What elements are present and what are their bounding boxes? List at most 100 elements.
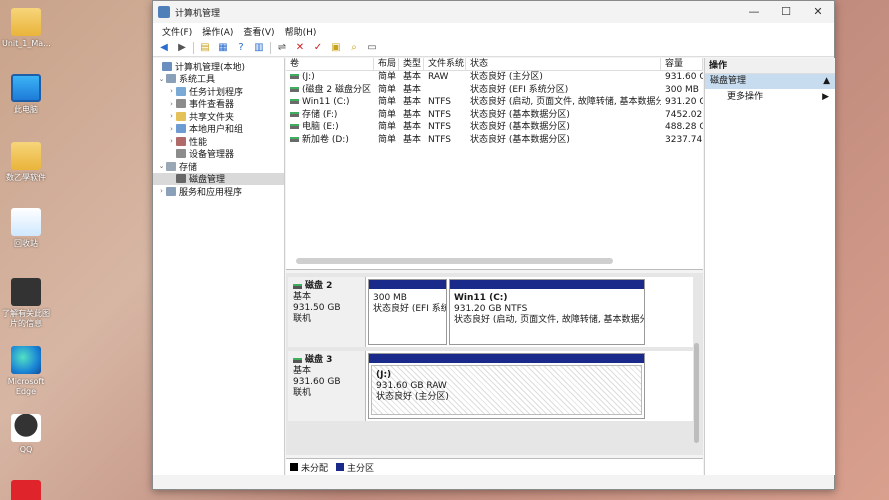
- disk-row[interactable]: 磁盘 3 基本 931.60 GB 联机 (J:) 931.60 GB RAW …: [288, 351, 693, 421]
- chevron-right-icon[interactable]: ›: [167, 125, 176, 133]
- computer-icon: [162, 61, 172, 71]
- table-row[interactable]: (磁盘 2 磁盘分区 1) 简单 基本 状态良好 (EFI 系统分区) 300 …: [286, 84, 703, 97]
- new-icon[interactable]: ▣: [329, 41, 343, 55]
- desktop-icon-unit-folder[interactable]: Unit_1_Ma...: [2, 8, 51, 49]
- tree-item-local-users[interactable]: › 本地用户和组: [153, 123, 284, 135]
- layout-cell: 简单: [378, 134, 397, 145]
- disk-status: 联机: [293, 314, 312, 324]
- chevron-right-icon[interactable]: ›: [167, 100, 176, 108]
- actions-header: 操作: [705, 58, 835, 74]
- search-icon[interactable]: ⌕: [347, 41, 361, 55]
- volume-cell: (J:): [286, 71, 374, 84]
- column-header-layout[interactable]: 布局: [374, 58, 399, 70]
- capacity-cell: 7452.02: [665, 109, 703, 120]
- column-header-status[interactable]: 状态: [466, 58, 661, 70]
- disk-row[interactable]: 磁盘 2 基本 931.50 GB 联机 300 MB 状态良好 (EFI 系统…: [288, 277, 693, 347]
- disk-status: 联机: [293, 388, 312, 398]
- primary-partition-bar: [369, 280, 446, 289]
- folder-icon: [11, 8, 41, 36]
- disk-label[interactable]: 磁盘 2 基本 931.50 GB 联机: [288, 277, 366, 347]
- chevron-right-icon[interactable]: ›: [157, 187, 166, 195]
- edge-icon: [11, 346, 41, 374]
- disk-management-icon: [176, 174, 186, 184]
- tree-item-system-tools[interactable]: ⌄ 系统工具: [153, 73, 284, 85]
- chevron-down-icon[interactable]: ⌄: [157, 162, 166, 170]
- column-header-type[interactable]: 类型: [399, 58, 424, 70]
- type-cell: 基本: [403, 122, 422, 132]
- tools-icon: [166, 74, 176, 84]
- layout-cell: 简单: [378, 84, 397, 95]
- table-row[interactable]: 存储 (F:) 简单 基本 NTFS 状态良好 (基本数据分区) 7452.02: [286, 109, 703, 122]
- table-row[interactable]: 电脑 (E:) 简单 基本 NTFS 状态良好 (基本数据分区) 488.28 …: [286, 121, 703, 134]
- desktop-icon-qq[interactable]: QQ: [2, 414, 50, 455]
- tree-item-device-manager[interactable]: 设备管理器: [153, 148, 284, 160]
- view-icon[interactable]: ▭: [365, 41, 379, 55]
- column-header-filesystem[interactable]: 文件系统: [424, 58, 466, 70]
- check-icon[interactable]: ✓: [311, 41, 325, 55]
- tree-item-shared-folders[interactable]: › 共享文件夹: [153, 110, 284, 123]
- menu-help[interactable]: 帮助(H): [280, 25, 322, 38]
- show-hide-tree-icon[interactable]: ▦: [216, 41, 230, 55]
- delete-icon[interactable]: ✕: [293, 41, 307, 55]
- partition-efi[interactable]: 300 MB 状态良好 (EFI 系统分: [368, 279, 447, 345]
- vertical-scrollbar[interactable]: [694, 343, 699, 443]
- desktop-icon-red-app[interactable]: [2, 480, 50, 500]
- disk-name: 磁盘 2: [293, 281, 365, 292]
- table-row[interactable]: 新加卷 (D:) 简单 基本 NTFS 状态良好 (基本数据分区) 3237.7…: [286, 134, 703, 147]
- desktop-icon-spotlight[interactable]: 了解有关此图片的信息: [2, 278, 50, 329]
- horizontal-scrollbar[interactable]: [296, 258, 613, 264]
- forward-arrow-icon[interactable]: ▶: [175, 41, 189, 55]
- desktop-icon-edge[interactable]: Microsoft Edge: [2, 346, 50, 397]
- chevron-right-icon[interactable]: ›: [167, 112, 176, 120]
- properties-icon[interactable]: ▥: [252, 41, 266, 55]
- column-header-volume[interactable]: 卷: [286, 58, 374, 70]
- users-icon: [176, 124, 186, 134]
- table-row[interactable]: (J:) 简单 基本 RAW 状态良好 (主分区) 931.60 G: [286, 71, 703, 84]
- tree-item-performance[interactable]: › 性能: [153, 135, 284, 148]
- desktop-icon-software-folder[interactable]: 数乙學软件: [2, 142, 50, 183]
- chevron-down-icon[interactable]: ⌄: [157, 75, 166, 83]
- tree-item-task-scheduler[interactable]: › 任务计划程序: [153, 85, 284, 98]
- drive-icon: [290, 136, 299, 142]
- partition-j[interactable]: (J:) 931.60 GB RAW 状态良好 (主分区): [368, 353, 645, 419]
- help-icon[interactable]: ?: [234, 41, 248, 55]
- qq-icon: [11, 414, 41, 442]
- chevron-right-icon[interactable]: ›: [167, 137, 176, 145]
- chevron-up-icon[interactable]: ▲: [823, 74, 830, 89]
- menu-view[interactable]: 查看(V): [238, 25, 279, 38]
- filesystem-cell: RAW: [428, 72, 449, 82]
- disk-label[interactable]: 磁盘 3 基本 931.60 GB 联机: [288, 351, 366, 421]
- menu-file[interactable]: 文件(F): [157, 25, 197, 38]
- shared-folder-icon: [176, 111, 186, 121]
- tree-item-services[interactable]: › 服务和应用程序: [153, 185, 284, 198]
- tree-item-storage[interactable]: ⌄ 存储: [153, 160, 284, 173]
- desktop-icon-this-pc[interactable]: 此电脑: [2, 74, 50, 115]
- column-header-capacity[interactable]: 容量: [661, 58, 703, 70]
- connect-icon[interactable]: ⇌: [275, 41, 289, 55]
- actions-section-disk-management[interactable]: 磁盘管理 ▲: [705, 74, 835, 89]
- volume-list: 卷 布局 类型 文件系统 状态 容量 (J:) 简单 基本 RAW 状态良好 (…: [286, 58, 703, 270]
- more-actions-item[interactable]: 更多操作 ▶: [705, 89, 835, 105]
- maximize-button[interactable]: ☐: [770, 1, 802, 23]
- minimize-button[interactable]: —: [738, 1, 770, 23]
- filesystem-cell: [424, 84, 466, 97]
- table-row[interactable]: Win11 (C:) 简单 基本 NTFS 状态良好 (启动, 页面文件, 故障…: [286, 96, 703, 109]
- desktop-icon-label: QQ: [19, 445, 33, 454]
- tree-item-root[interactable]: 计算机管理(本地): [153, 60, 284, 73]
- close-button[interactable]: ✕: [802, 1, 834, 23]
- type-cell: 基本: [403, 134, 422, 145]
- folder-up-icon[interactable]: ▤: [198, 41, 212, 55]
- tree-item-disk-management[interactable]: 磁盘管理: [153, 172, 284, 185]
- tree-item-event-viewer[interactable]: › 事件查看器: [153, 98, 284, 110]
- chevron-right-icon[interactable]: ›: [167, 87, 176, 95]
- menu-action[interactable]: 操作(A): [197, 25, 238, 38]
- desktop-icon-recycle-bin[interactable]: 回收站: [2, 208, 50, 249]
- partition-title: Win11 (C:): [454, 293, 508, 303]
- computer-management-icon: [158, 6, 170, 18]
- storage-icon: [166, 161, 176, 171]
- disk-icon: [293, 358, 302, 363]
- drive-icon: [290, 111, 299, 117]
- title-bar[interactable]: 计算机管理 — ☐ ✕: [153, 1, 834, 23]
- partition-win11[interactable]: Win11 (C:) 931.20 GB NTFS 状态良好 (启动, 页面文件…: [449, 279, 645, 345]
- back-arrow-icon[interactable]: ◀: [157, 41, 171, 55]
